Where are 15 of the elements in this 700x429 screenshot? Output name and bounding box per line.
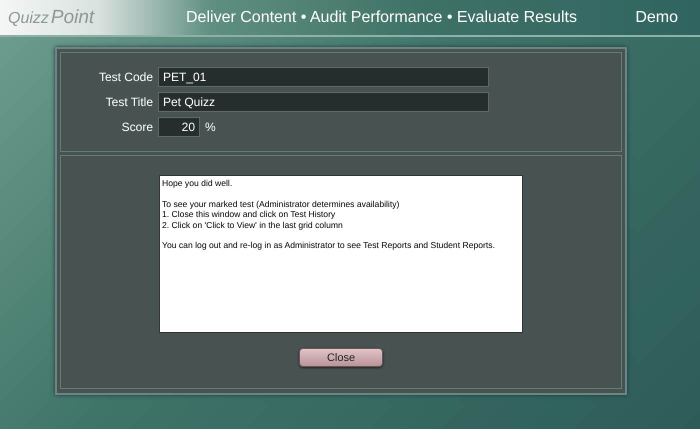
tagline: Deliver Content • Audit Performance • Evaluate Results bbox=[185, 8, 578, 26]
message-text: Hope you did well. bbox=[162, 178, 234, 188]
input-field[interactable]: PET_01 bbox=[158, 67, 489, 87]
message-text: To see your marked test (Administrator determines availability) 1. Close this window and click on Test History 2. Click on 'Click to View' in the last grid column bbox=[162, 198, 400, 230]
user-name: Demo bbox=[635, 8, 679, 26]
field-label: Score bbox=[120, 120, 153, 134]
logo-text: Point bbox=[50, 6, 94, 28]
logo-text: Quizz bbox=[8, 10, 49, 28]
field-label: Test Title bbox=[104, 95, 153, 109]
input-field[interactable]: 20 bbox=[158, 117, 200, 137]
close-button[interactable]: Close bbox=[299, 348, 383, 367]
message-text: You can log out and re-log in as Administrator to see Test Reports and Student Reports. bbox=[162, 240, 496, 250]
field-label: Test Code bbox=[98, 70, 153, 84]
input-field[interactable]: Pet Quizz bbox=[158, 92, 489, 112]
unit-label: % bbox=[205, 120, 216, 134]
